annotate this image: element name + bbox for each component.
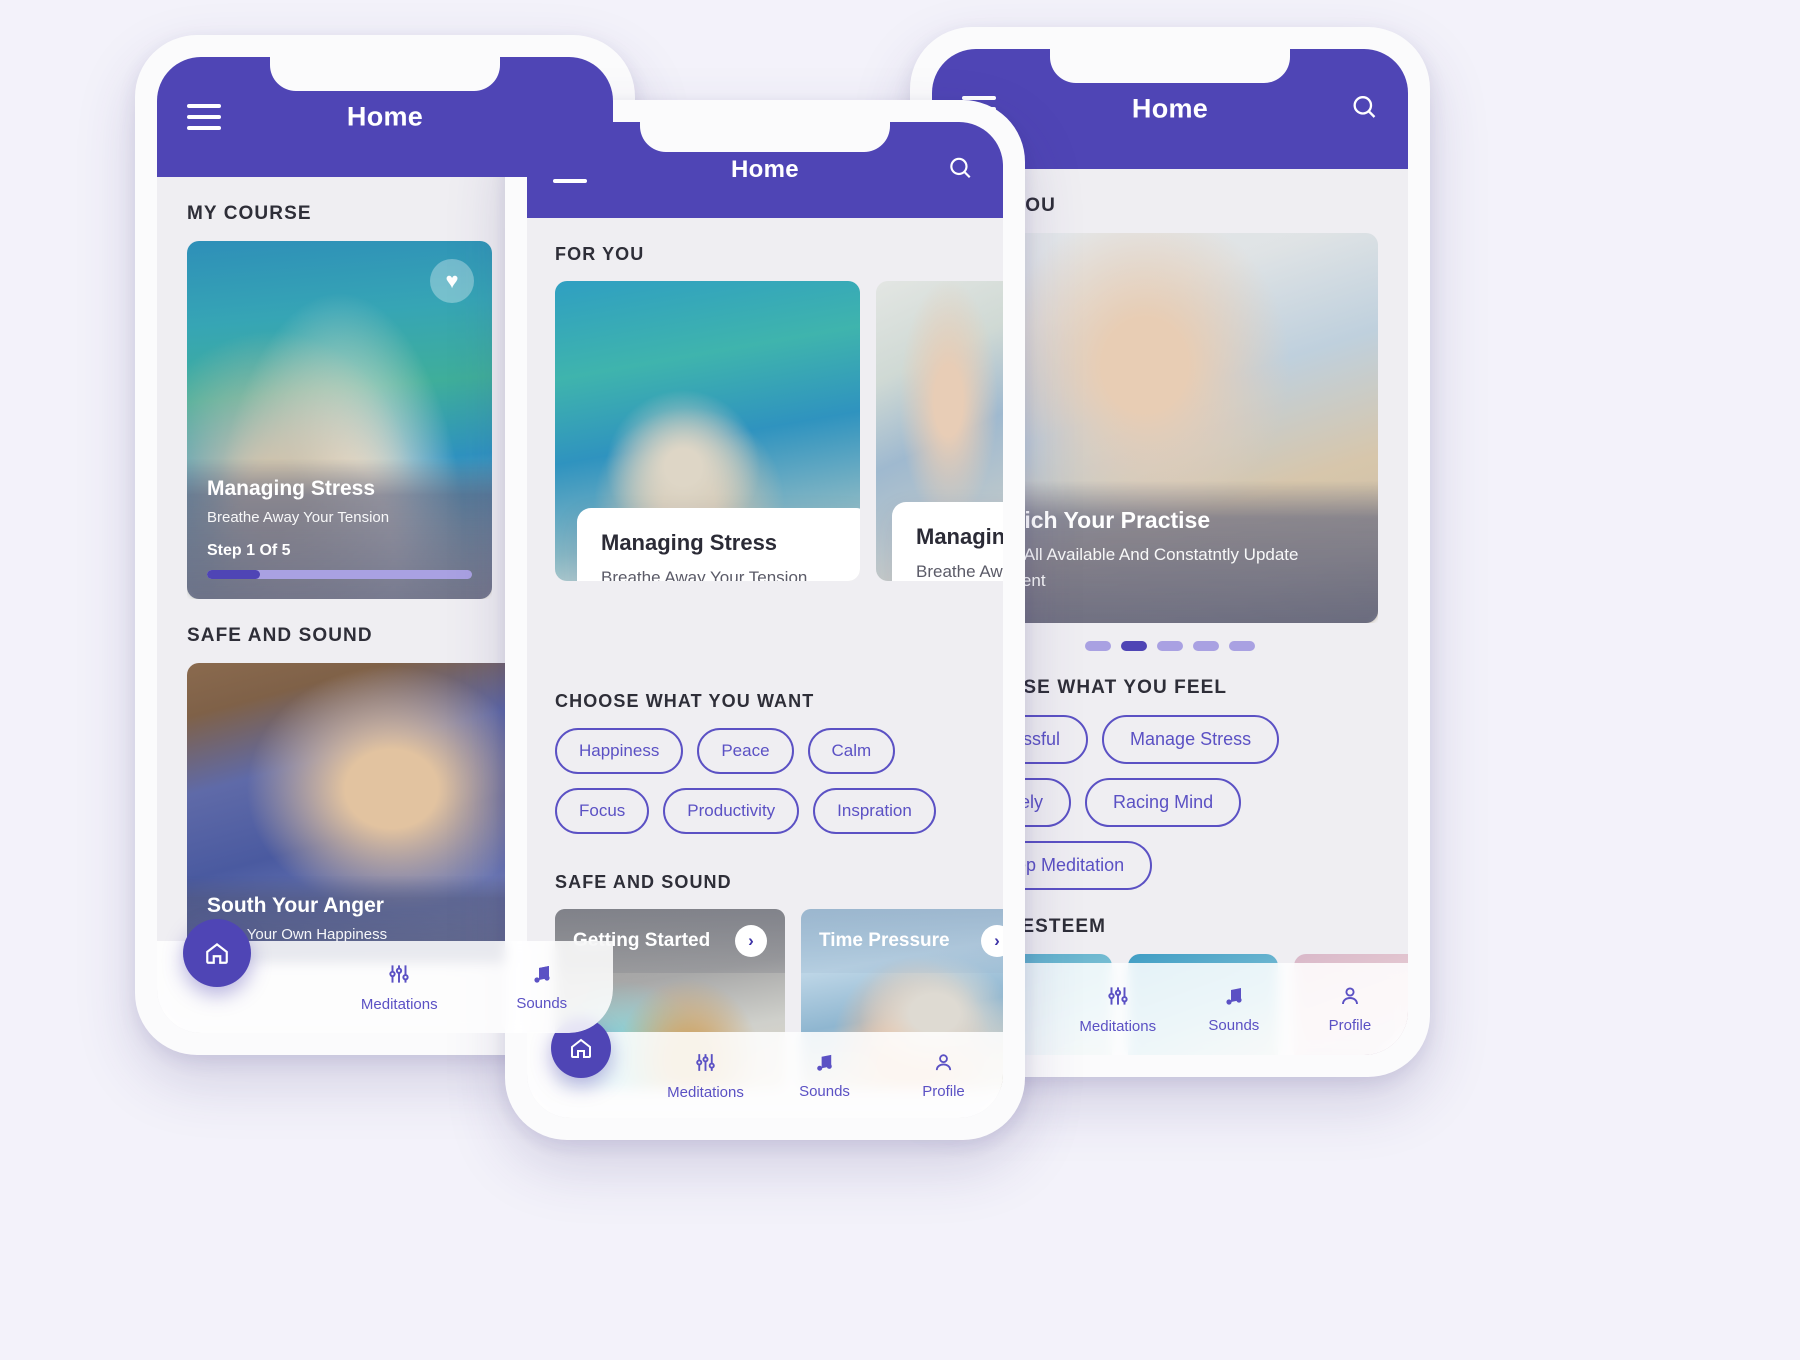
section-heading-choose-what-you-want: CHOOSE WHAT YOU WANT [555, 691, 815, 711]
for-you-secondary-card[interactable]: Managing Breathe Awa Text [876, 281, 1003, 581]
course-card-title: Managing Stress [207, 477, 376, 500]
right-notch [1050, 49, 1290, 83]
left-notch [270, 57, 500, 91]
chip-inspration[interactable]: Inspration [813, 788, 936, 834]
chevron-right-icon[interactable]: › [981, 925, 1003, 957]
person-icon [935, 1053, 952, 1070]
hamburger-menu-icon[interactable] [187, 104, 221, 130]
tab-profile[interactable]: Profile [1292, 984, 1408, 1034]
section-heading-safe-and-sound: SAFE AND SOUND [555, 872, 732, 892]
tab-meditations-label: Meditations [667, 1083, 744, 1101]
course-card-subtitle: Breathe Away Your Tension [207, 509, 390, 526]
for-you-card-subtitle: Breathe Away Your Tension [601, 568, 808, 581]
chip-manage-stress[interactable]: Manage Stress [1102, 715, 1280, 764]
tab-sounds-label: Sounds [1208, 1017, 1260, 1034]
chip-happiness[interactable]: Happiness [555, 728, 684, 774]
tab-meditations[interactable]: Meditations [328, 961, 471, 1013]
course-card[interactable]: ♥ Managing Stress Breathe Away Your Tens… [187, 241, 492, 599]
for-you-primary-card[interactable]: Managing Stress Breathe Away Your Tensio… [555, 281, 860, 581]
carousel-dot-active[interactable] [1121, 641, 1147, 651]
search-icon[interactable] [947, 155, 973, 186]
chip-productivity[interactable]: Productivity [663, 788, 800, 834]
tab-sounds[interactable]: Sounds [471, 962, 614, 1012]
left-appbar: Home [157, 57, 613, 177]
chip-focus[interactable]: Focus [555, 788, 650, 834]
carousel-dot[interactable] [1085, 641, 1111, 651]
for-you-secondary-subtitle: Breathe Awa [916, 562, 1003, 581]
search-icon[interactable] [1350, 93, 1378, 126]
carousel-dot[interactable] [1193, 641, 1219, 651]
for-you-secondary-infocard: Managing Breathe Awa Text [892, 502, 1003, 581]
chip-racing-mind[interactable]: Racing Mind [1085, 778, 1242, 827]
tab-profile-label: Profile [922, 1082, 965, 1100]
page-title: Home [346, 101, 424, 132]
tile-time-pressure-head: Time Pressure › [801, 909, 1003, 973]
home-icon[interactable] [183, 919, 251, 987]
tab-sounds[interactable]: Sounds [1176, 984, 1292, 1034]
music-note-icon [1226, 988, 1242, 1005]
tab-profile-label: Profile [1328, 1017, 1372, 1034]
hero-subtitle: With All Available And Constatntly Updat… [986, 545, 1299, 590]
safe-sound-card[interactable]: South Your Anger Grow Your Own Happiness [187, 663, 517, 963]
hero-title: Enrich Your Practise [986, 507, 1211, 533]
course-card-overlay: Managing Stress Breathe Away Your Tensio… [187, 459, 492, 599]
course-step-label: Step 1 Of 5 [207, 542, 291, 559]
music-note-icon [534, 966, 550, 983]
section-heading-for-you: FOR YOU [555, 244, 645, 264]
middle-notch [640, 122, 890, 152]
sliders-icon [1108, 987, 1128, 1005]
music-note-icon [817, 1054, 832, 1071]
safe-sound-title: South Your Anger [207, 894, 384, 917]
for-you-card-title: Managing Stress [601, 530, 778, 555]
tab-meditations[interactable]: Meditations [1060, 983, 1176, 1035]
for-you-secondary-title: Managing [916, 524, 1003, 549]
tab-profile[interactable]: Profile [884, 1051, 1003, 1100]
heart-icon[interactable]: ♥ [430, 259, 474, 303]
chip-calm[interactable]: Calm [807, 728, 896, 774]
choose-chip-list: Happiness Peace Calm Focus Productivity … [555, 728, 975, 846]
tab-meditations[interactable]: Meditations [646, 1050, 765, 1101]
sliders-icon [696, 1053, 715, 1071]
sliders-icon [389, 965, 409, 983]
tab-sounds-label: Sounds [516, 995, 568, 1012]
tab-sounds-label: Sounds [799, 1082, 850, 1100]
tile-time-pressure-label: Time Pressure [819, 930, 950, 951]
tab-meditations-label: Meditations [1079, 1018, 1157, 1035]
tab-meditations-label: Meditations [360, 996, 438, 1013]
course-progress-bar [207, 570, 472, 579]
mockup-stage: Home MY COURSE ♥ Managing Stress Breathe… [0, 0, 1800, 1360]
for-you-primary-infocard: Managing Stress Breathe Away Your Tensio… [577, 508, 860, 581]
carousel-dot[interactable] [1157, 641, 1183, 651]
chevron-right-icon[interactable]: › [735, 925, 767, 957]
carousel-dot[interactable] [1229, 641, 1255, 651]
tab-sounds[interactable]: Sounds [765, 1051, 884, 1100]
person-icon [1341, 987, 1358, 1005]
chip-peace[interactable]: Peace [697, 728, 794, 774]
